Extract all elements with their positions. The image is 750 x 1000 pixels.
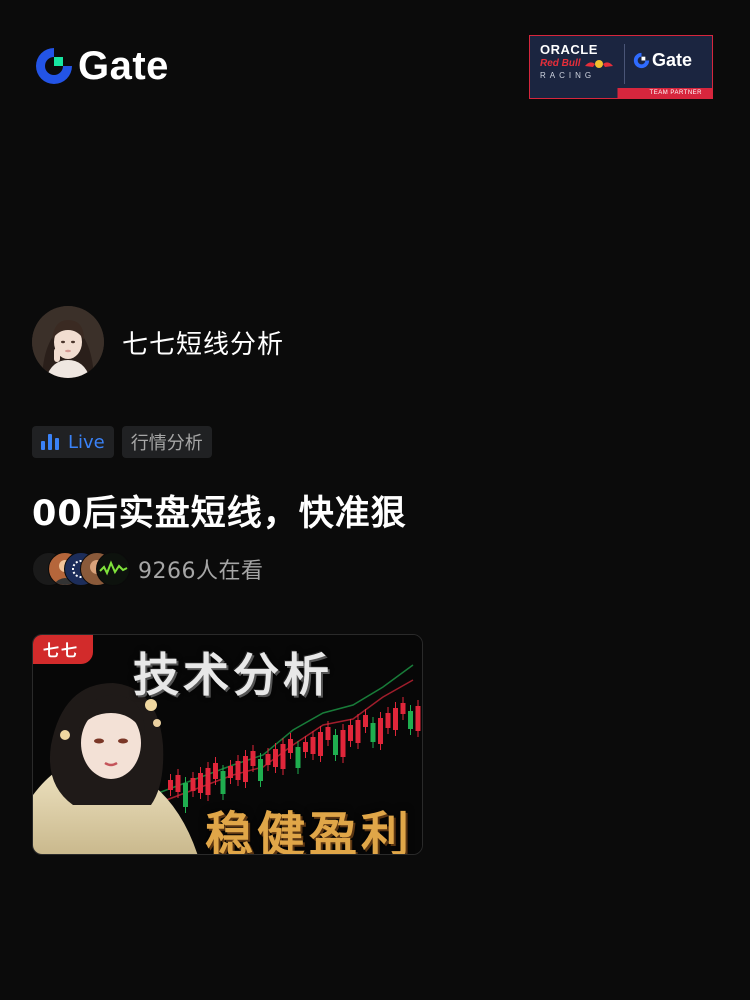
candle-body <box>310 737 316 754</box>
candle-body <box>370 723 376 742</box>
stream-tags: Live 行情分析 <box>32 426 212 458</box>
partner-gate-logo: Gate <box>633 50 692 70</box>
candle-body <box>243 756 248 782</box>
candle-body <box>378 718 383 744</box>
candle-body <box>318 732 323 756</box>
gate-logo-icon <box>633 52 650 68</box>
stream-cover[interactable]: 七七 技术分析 稳健盈利 <box>32 634 423 855</box>
brand-name: Gate <box>78 44 169 88</box>
partner-redbull-row: Red Bull <box>540 57 616 70</box>
stream-title: 00后实盘短线，快准狠 <box>32 494 407 534</box>
partner-racing-text: RACING <box>540 71 596 80</box>
category-tag[interactable]: 行情分析 <box>121 426 212 458</box>
candle-body <box>385 713 391 728</box>
candle-body <box>198 773 203 793</box>
streamer-info[interactable]: 七七短线分析 <box>32 306 284 378</box>
live-label: Live <box>68 431 105 453</box>
candle-body <box>295 747 301 768</box>
candle-body <box>325 727 331 740</box>
team-partner-badge: ORACLE Red Bull RACING Gate TEAM PARTNER <box>529 35 713 99</box>
live-bars-icon <box>41 434 59 450</box>
candle-body <box>333 735 338 755</box>
streamer-name[interactable]: 七七短线分析 <box>122 324 284 361</box>
candle-body <box>258 759 263 781</box>
candle-body <box>393 708 398 730</box>
partner-oracle-text: ORACLE <box>540 42 598 57</box>
candle-body <box>175 775 181 792</box>
partner-redbull-text: Red Bull <box>540 58 581 69</box>
live-stream-page: Gate ORACLE Red Bull RACING Gate TEAM PA… <box>0 0 750 1000</box>
gate-logo[interactable]: Gate <box>34 46 169 86</box>
oracle-redbull-logo: ORACLE Red Bull RACING <box>540 43 616 81</box>
candle-body <box>288 739 293 753</box>
viewer-info: 9266人在看 <box>32 552 264 586</box>
candle-body <box>400 703 406 714</box>
candle-body <box>415 706 421 731</box>
candle-body <box>235 761 241 780</box>
viewer-avatar <box>96 552 130 586</box>
streamer-avatar[interactable] <box>32 306 104 378</box>
candle-body <box>168 780 173 790</box>
candle-body <box>220 771 226 794</box>
live-tag: Live <box>32 426 114 458</box>
candle-body <box>205 768 211 795</box>
candle-body <box>340 730 346 757</box>
candle-body <box>355 720 361 743</box>
viewer-count: 9266人在看 <box>138 559 264 584</box>
candle-body <box>280 744 286 769</box>
cover-headline: 技术分析 <box>133 648 333 702</box>
candle-body <box>190 778 196 791</box>
viewer-avatars <box>32 552 130 586</box>
candle-body <box>363 715 368 727</box>
candle-body <box>213 763 218 779</box>
candle-body <box>250 751 256 766</box>
avatar-image <box>32 306 104 378</box>
candle-body <box>273 749 278 767</box>
gate-logo-icon <box>36 48 72 84</box>
cover-badge: 七七 <box>33 635 94 664</box>
partner-gate-text: Gate <box>652 50 693 70</box>
candle-body <box>228 766 233 778</box>
redbull-icon <box>584 59 613 68</box>
candle-body <box>348 725 353 741</box>
cover-subline: 稳健盈利 <box>205 807 414 855</box>
candle-body <box>303 742 308 752</box>
partner-strip: TEAM PARTNER <box>530 88 712 98</box>
partner-divider <box>624 44 625 84</box>
candle-body <box>408 711 413 729</box>
candle-body <box>183 783 188 807</box>
partner-strip-text: TEAM PARTNER <box>649 90 702 96</box>
candle-body <box>265 754 271 765</box>
